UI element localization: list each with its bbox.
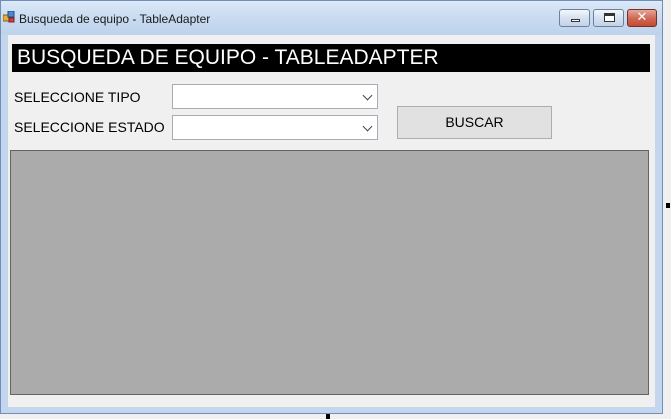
window-title: Busqueda de equipo - TableAdapter	[19, 12, 211, 26]
close-icon: ✕	[636, 10, 648, 25]
search-button[interactable]: BUSCAR	[397, 106, 552, 139]
maximize-icon	[604, 13, 615, 22]
maximize-button[interactable]	[593, 9, 624, 27]
results-data-grid[interactable]	[10, 150, 649, 395]
estado-dropdown[interactable]	[172, 115, 378, 140]
resize-handle-right[interactable]	[666, 203, 670, 208]
resize-handle-bottom[interactable]	[326, 414, 330, 419]
app-form-icon	[3, 11, 15, 23]
form-header-title: BUSQUEDA DE EQUIPO - TABLEADAPTER	[17, 46, 439, 69]
tipo-dropdown[interactable]	[172, 84, 378, 109]
minimize-icon	[571, 19, 580, 22]
minimize-button[interactable]	[559, 9, 590, 27]
tipo-label: SELECCIONE TIPO	[14, 89, 141, 105]
estado-label: SELECCIONE ESTADO	[14, 119, 165, 135]
close-button[interactable]: ✕	[627, 9, 657, 27]
title-bar[interactable]: Busqueda de equipo - TableAdapter ✕	[1, 1, 662, 35]
app-window: Busqueda de equipo - TableAdapter ✕ BUSQ…	[0, 0, 663, 414]
form-client-area: BUSQUEDA DE EQUIPO - TABLEADAPTER SELECC…	[8, 35, 655, 407]
chevron-down-icon	[362, 90, 373, 101]
chevron-down-icon	[362, 121, 373, 132]
form-header-banner: BUSQUEDA DE EQUIPO - TABLEADAPTER	[12, 44, 650, 72]
